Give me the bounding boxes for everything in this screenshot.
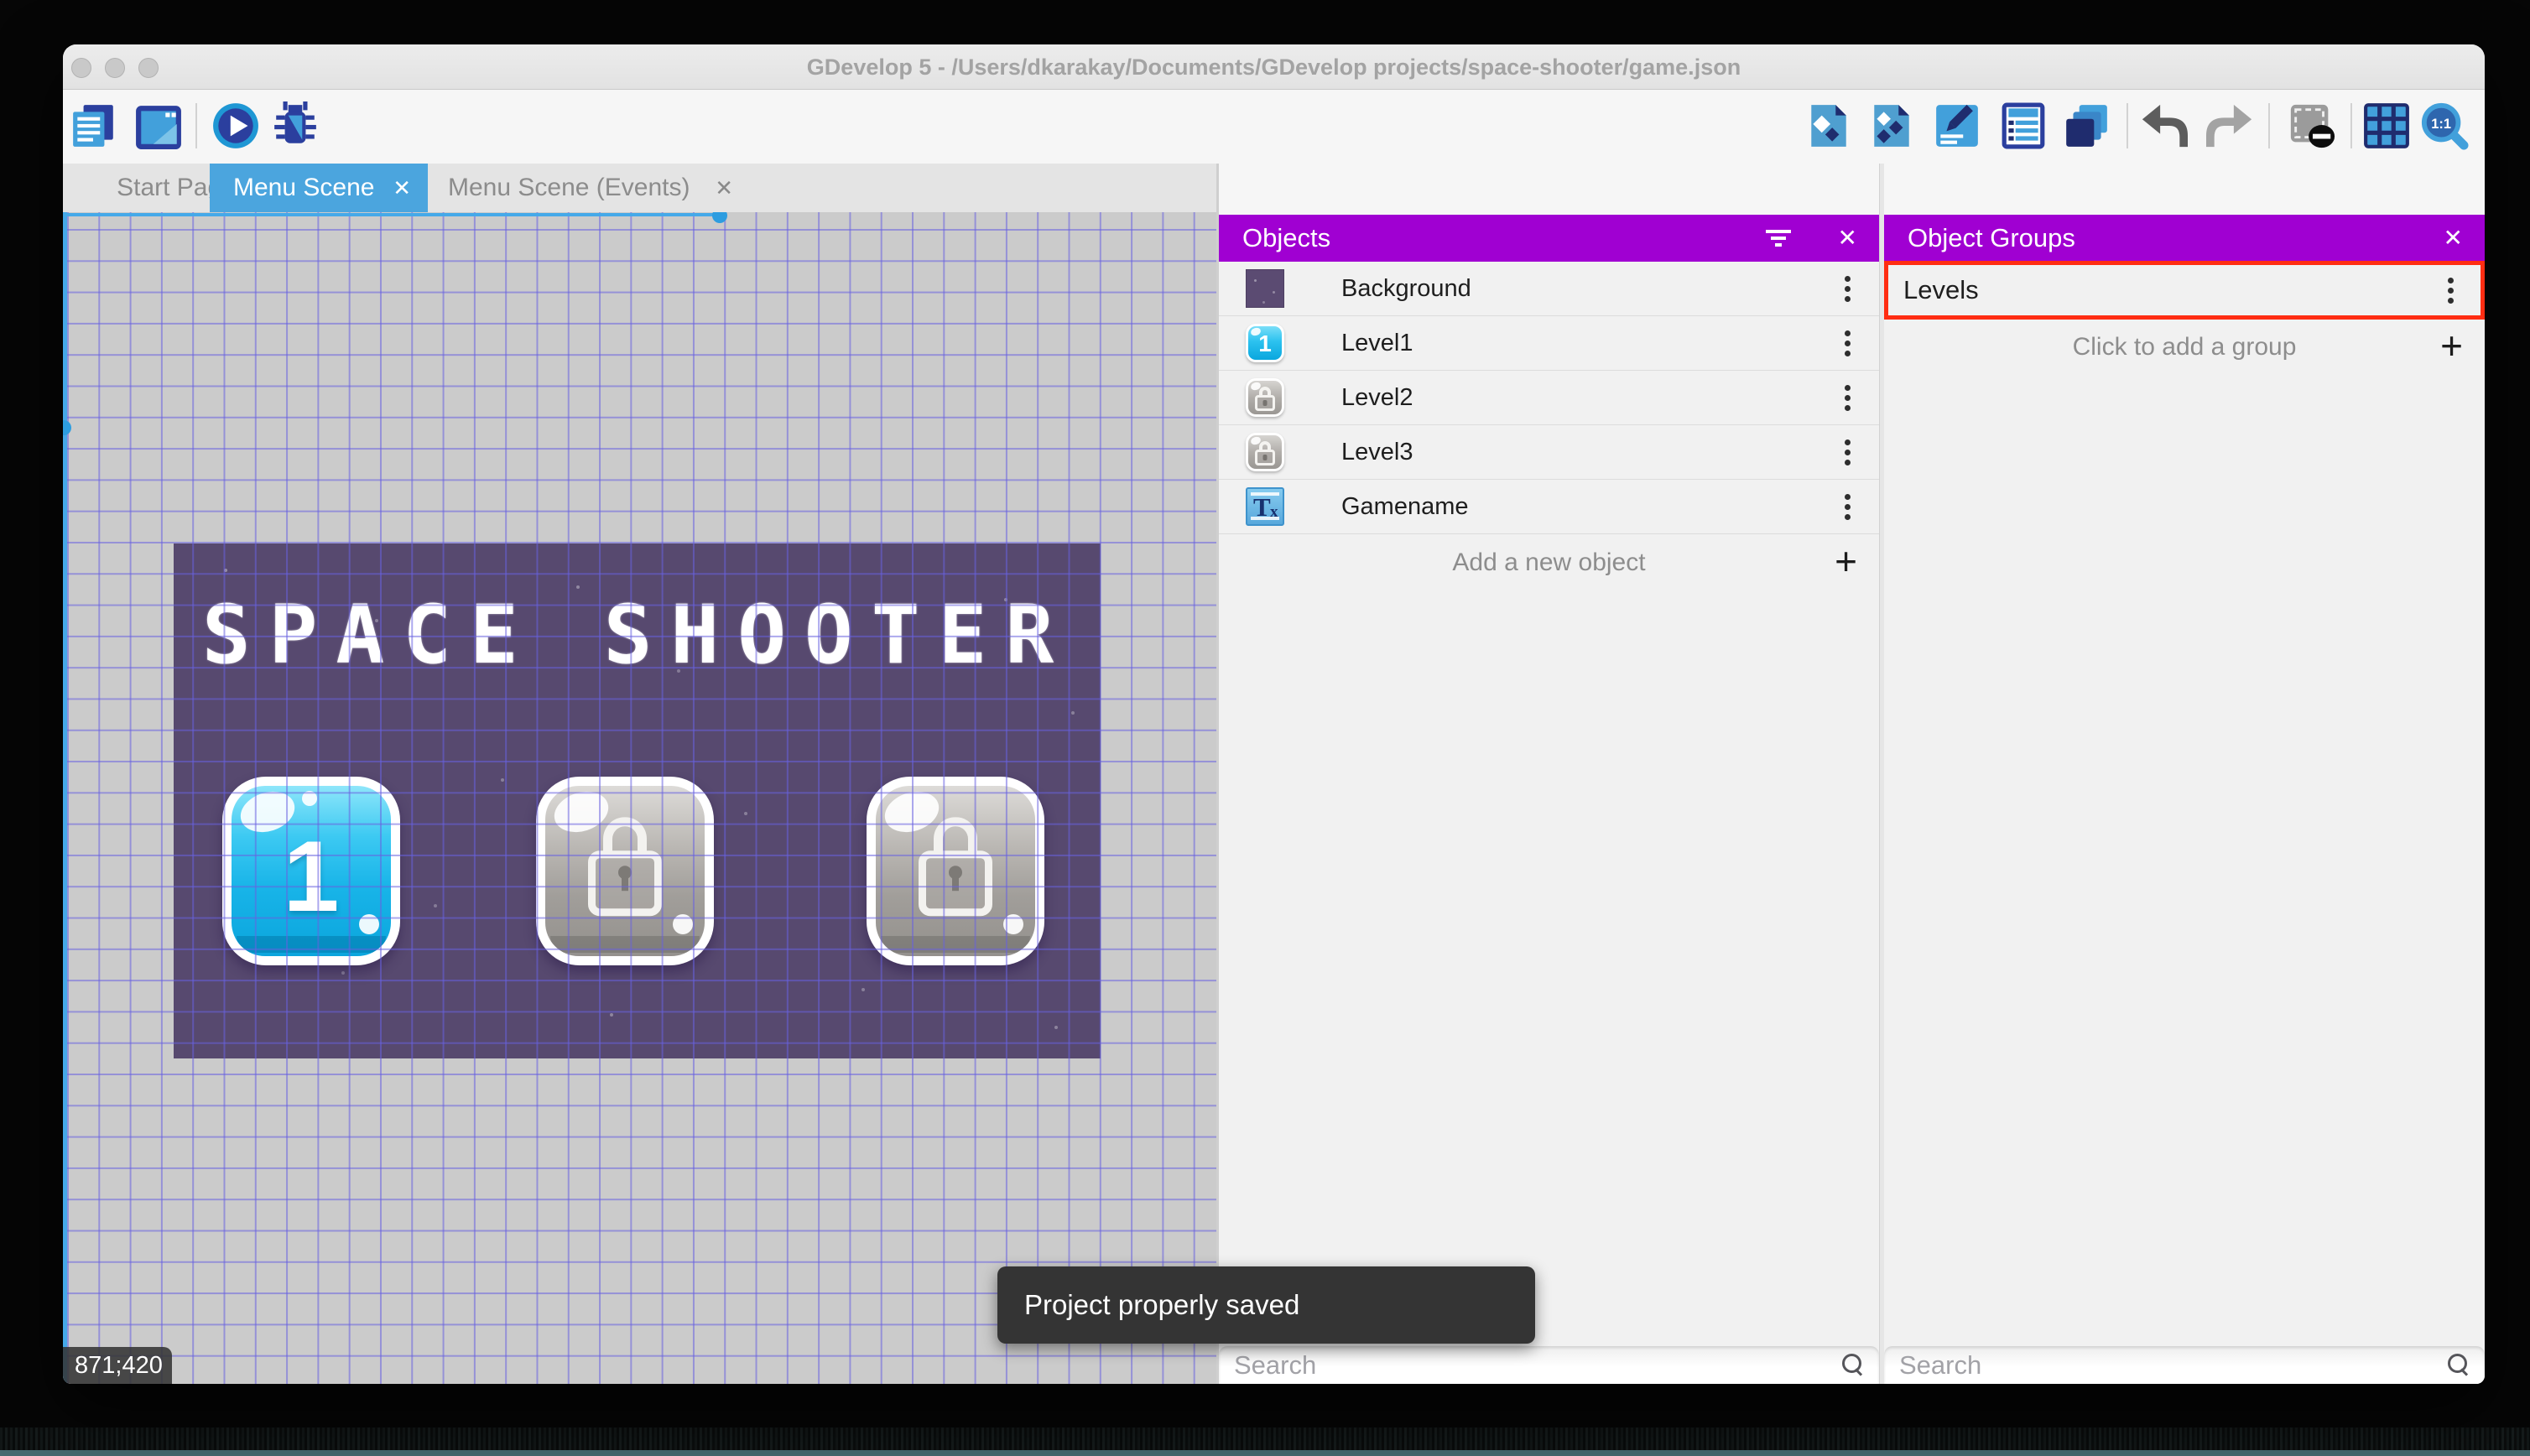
objects-panel-header: Objects ✕ xyxy=(1219,215,1879,262)
object-groups-icon[interactable] xyxy=(1867,101,1916,150)
zoom-one-to-one-icon[interactable]: 1:1 xyxy=(2418,101,2471,150)
object-row-gamename[interactable]: Tx Gamename xyxy=(1219,480,1879,534)
toolbar: 1:1 xyxy=(63,90,2485,164)
toolbar-separator xyxy=(2268,103,2270,148)
lock-icon xyxy=(915,816,996,918)
object-row-level3[interactable]: Level3 xyxy=(1219,425,1879,480)
selection-left-edge xyxy=(63,212,67,1384)
toolbar-separator xyxy=(195,103,197,148)
objects-panel-title: Objects xyxy=(1242,223,1331,252)
level2-button-instance[interactable] xyxy=(536,777,714,965)
close-tab-icon[interactable]: ✕ xyxy=(715,164,733,212)
filter-icon[interactable] xyxy=(1765,230,1792,248)
add-group-row[interactable]: Click to add a group + xyxy=(1884,320,2485,375)
add-object-plus-icon[interactable]: + xyxy=(1835,535,1857,590)
tab-bar: Start Page Menu Scene ✕ Menu Scene (Even… xyxy=(63,164,1216,212)
object-groups-panel-title: Object Groups xyxy=(1908,223,2075,252)
debug-icon[interactable] xyxy=(271,101,320,150)
level1-thumbnail: 1 xyxy=(1246,324,1284,362)
redo-icon[interactable] xyxy=(2206,101,2255,150)
gamename-text-instance[interactable]: SPACE SHOOTER xyxy=(174,595,1101,675)
toolbar-separator xyxy=(2350,103,2352,148)
layers-icon[interactable] xyxy=(2062,101,2111,150)
toggle-mask-icon[interactable] xyxy=(2285,101,2339,150)
tab-menu-scene-events[interactable]: Menu Scene (Events) ✕ xyxy=(428,164,747,212)
window-title: GDevelop 5 - /Users/dkarakay/Documents/G… xyxy=(806,55,1741,80)
project-manager-icon[interactable] xyxy=(70,101,118,150)
edit-properties-icon[interactable] xyxy=(1933,101,1981,150)
object-menu-icon[interactable] xyxy=(1845,276,1851,302)
scene-editor-canvas[interactable]: SPACE SHOOTER 1 871;420 xyxy=(63,212,1216,1384)
grid-icon[interactable] xyxy=(2362,101,2411,150)
object-groups-panel-header: Object Groups ✕ xyxy=(1884,215,2485,262)
desktop-texture xyxy=(0,1427,2530,1451)
toolbar-separator xyxy=(2127,103,2128,148)
starfield-decoration xyxy=(224,569,227,572)
cursor-coordinates-badge: 871;420 xyxy=(63,1347,172,1384)
group-row-levels[interactable]: Levels xyxy=(1884,261,2485,320)
object-row-background[interactable]: Background xyxy=(1219,262,1879,316)
background-instance[interactable]: SPACE SHOOTER 1 xyxy=(174,543,1101,1058)
play-preview-icon[interactable] xyxy=(211,101,260,150)
selection-handle[interactable] xyxy=(712,212,727,223)
close-panel-icon[interactable]: ✕ xyxy=(1838,215,1857,262)
preview-window-icon[interactable] xyxy=(134,101,183,150)
object-row-level1[interactable]: 1 Level1 xyxy=(1219,316,1879,371)
object-groups-panel: Object Groups ✕ Levels Click to add a gr… xyxy=(1884,164,2485,1384)
add-object-row[interactable]: Add a new object + xyxy=(1219,535,1879,590)
add-group-plus-icon[interactable]: + xyxy=(2440,320,2463,375)
group-menu-icon[interactable] xyxy=(2448,278,2454,304)
background-thumbnail xyxy=(1246,269,1284,308)
title-bar: GDevelop 5 - /Users/dkarakay/Documents/G… xyxy=(63,44,2485,90)
instances-list-icon[interactable] xyxy=(1999,101,2048,150)
text-object-thumbnail: Tx xyxy=(1246,487,1284,526)
gdevelop-window: GDevelop 5 - /Users/dkarakay/Documents/G… xyxy=(63,44,2485,1384)
svg-text:1:1: 1:1 xyxy=(2431,117,2451,132)
objects-search-input[interactable] xyxy=(1219,1346,1879,1384)
selection-handle[interactable] xyxy=(63,420,71,435)
add-object-icon[interactable] xyxy=(1804,101,1853,150)
desktop-edge-strip xyxy=(0,1450,2530,1456)
level2-thumbnail xyxy=(1246,378,1284,417)
groups-search-input[interactable] xyxy=(1884,1346,2485,1384)
level1-digit: 1 xyxy=(283,819,340,933)
level1-button-instance[interactable]: 1 xyxy=(222,777,400,965)
level3-button-instance[interactable] xyxy=(867,777,1044,965)
objects-panel: Objects ✕ Background 1 Level1 Level2 Lev… xyxy=(1219,164,1879,1384)
selection-top-edge xyxy=(63,213,720,216)
close-panel-icon[interactable]: ✕ xyxy=(2444,215,2463,262)
tab-menu-scene[interactable]: Menu Scene ✕ xyxy=(210,164,428,212)
undo-icon[interactable] xyxy=(2139,101,2188,150)
lock-icon xyxy=(585,816,665,918)
close-tab-icon[interactable]: ✕ xyxy=(393,164,411,212)
object-menu-icon[interactable] xyxy=(1845,385,1851,411)
object-row-level2[interactable]: Level2 xyxy=(1219,371,1879,425)
object-menu-icon[interactable] xyxy=(1845,330,1851,356)
level3-thumbnail xyxy=(1246,433,1284,471)
object-menu-icon[interactable] xyxy=(1845,494,1851,520)
object-menu-icon[interactable] xyxy=(1845,439,1851,465)
save-toast: Project properly saved xyxy=(997,1266,1535,1344)
